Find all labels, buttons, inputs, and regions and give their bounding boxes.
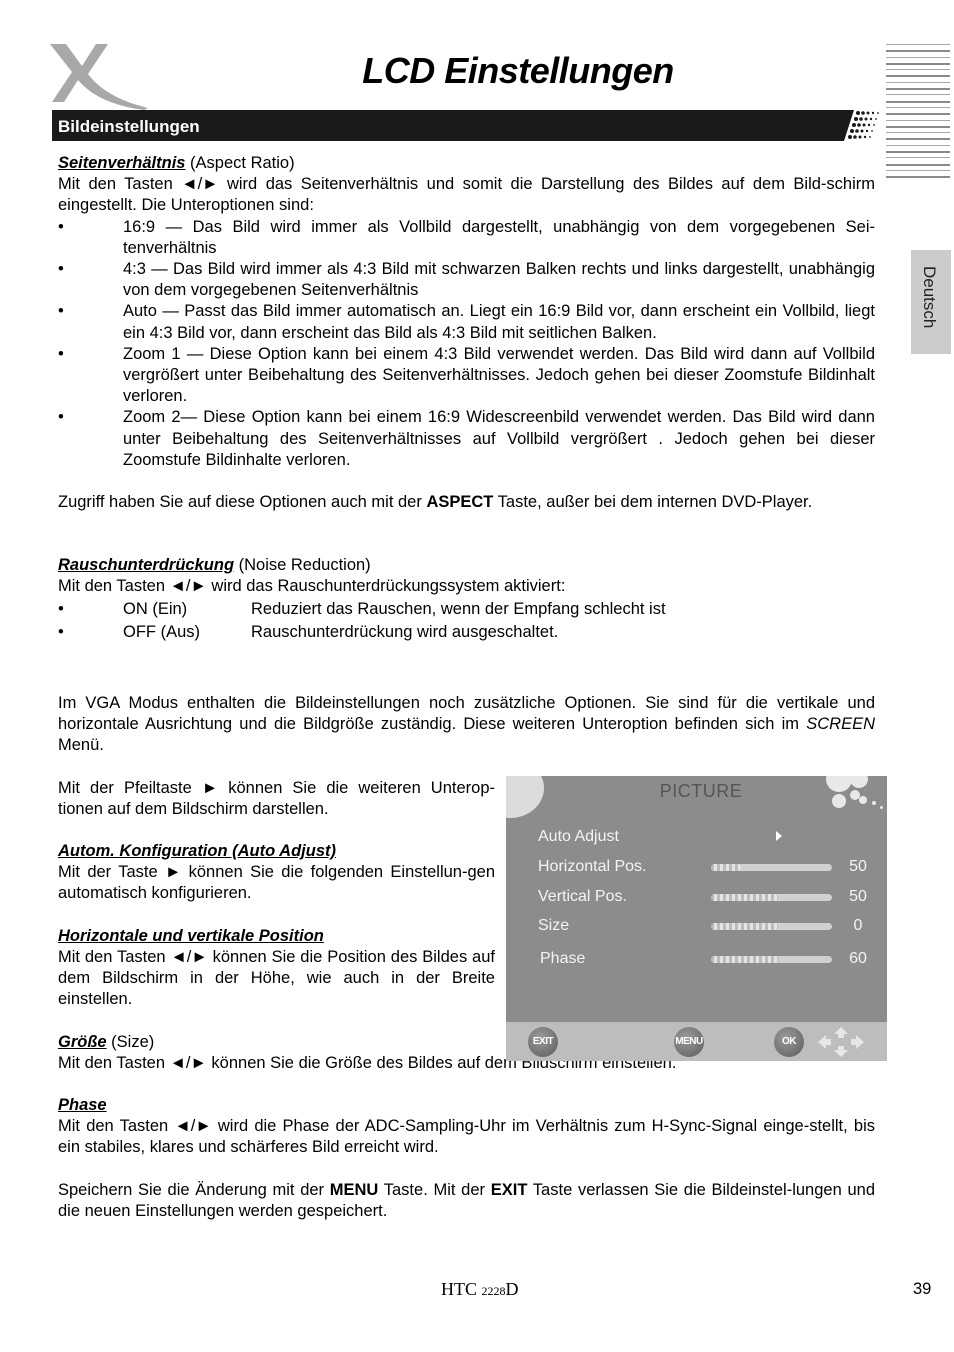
aspect-key: ASPECT: [426, 493, 494, 512]
aspect-heading: Seitenverhältnis: [58, 154, 186, 172]
auto-adjust-heading: Autom. Konfiguration (Auto Adjust): [58, 842, 336, 861]
noise-heading: Rauschunterdrückung: [58, 556, 235, 575]
slider-track[interactable]: [711, 923, 832, 930]
phase-text: Mit den Tasten ◄/► wird die Phase der AD…: [58, 1117, 875, 1157]
ok-button[interactable]: OK: [774, 1027, 804, 1057]
list-item: • Zoom 2— Diese Option kann bei einem 16:…: [58, 408, 875, 469]
language-label: Deutsch: [920, 266, 939, 329]
size-heading: Größe: [58, 1032, 107, 1051]
vga-arrow-note: Mit der Pfeiltaste ► können Sie die weit…: [58, 778, 495, 818]
noise-option-on: • ON (Ein) Reduziert das Rauschen, wenn de…: [58, 599, 666, 618]
list-item: • Zoom 1 — Diese Option kann bei einem 4:…: [58, 344, 875, 406]
language-tab: Deutsch: [911, 250, 951, 354]
phase-heading: Phase: [58, 1095, 107, 1114]
menu-button[interactable]: MENU: [674, 1027, 704, 1057]
exit-button[interactable]: EXIT: [528, 1027, 558, 1057]
slider-track[interactable]: [711, 894, 832, 901]
list-item: • 16:9 — Das Bild wird immer als Vollbild…: [58, 217, 875, 257]
osd-slider-horizontal-pos[interactable]: Horizontal Pos. 50: [538, 858, 878, 880]
main-content: Seitenverhältnis (Aspect Ratio) Mit den …: [58, 153, 875, 1222]
halftone-fade: [840, 110, 879, 141]
osd-slider-phase[interactable]: Phase 60: [538, 950, 878, 972]
section-header: Bildeinstellungen: [52, 110, 844, 141]
osd-auto-adjust[interactable]: Auto Adjust: [538, 828, 878, 850]
aspect-heading-line: Seitenverhältnis (Aspect Ratio): [58, 153, 875, 174]
noise-intro: Mit den Tasten ◄/► wird das Rauschunterd…: [58, 577, 566, 596]
position-text: Mit den Tasten ◄/► können Sie die Positi…: [58, 947, 495, 1009]
osd-slider-size[interactable]: Size 0: [538, 917, 878, 939]
footer-model: HTC 2228D: [441, 1279, 519, 1299]
save-note: Speichern Sie die Änderung mit der MENU …: [58, 1180, 875, 1220]
aspect-intro: Mit den Tasten ◄/► wird das Seitenverhäl…: [58, 175, 875, 215]
slider-track[interactable]: [711, 956, 832, 963]
auto-adjust-text: Mit der Taste ► können Sie die folgenden…: [58, 863, 495, 903]
noise-heading-line: Rauschunterdrückung (Noise Reduction): [58, 556, 371, 575]
slider-track[interactable]: [711, 864, 832, 871]
osd-button-bar: EXIT MENU OK: [506, 1022, 887, 1061]
page-number: 39: [913, 1280, 932, 1298]
aspect-heading-en: (Aspect Ratio): [185, 154, 295, 172]
decorative-stripes: [886, 44, 950, 179]
slider-fill: [711, 956, 778, 963]
slider-fill: [711, 894, 778, 901]
osd-slider-vertical-pos[interactable]: Vertical Pos. 50: [538, 888, 878, 910]
page-title: LCD Einstellungen: [362, 50, 674, 91]
aspect-note: Zugriff haben Sie auf diese Optionen auc…: [58, 493, 813, 512]
osd-picture-menu: PICTURE Auto Adjust Horizontal Pos. 50 V…: [506, 776, 887, 1061]
list-item: • 4:3 — Das Bild wird immer als 4:3 Bild …: [58, 260, 875, 300]
noise-option-off: • OFF (Aus) Rauschunterdrückung wird ausge…: [58, 622, 559, 641]
position-heading: Horizontale und vertikale Position: [58, 926, 324, 945]
dpad-arrows-icon: [818, 1027, 864, 1057]
aspect-options-list: • 16:9 — Das Bild wird immer als Vollbild…: [58, 217, 875, 471]
arrow-right-icon: [776, 831, 782, 841]
slider-fill: [711, 923, 778, 930]
slider-fill: [711, 864, 742, 871]
list-item: • Auto — Passt das Bild immer automatisch…: [58, 302, 875, 342]
vga-intro: Im VGA Modus enthalten die Bildeinstellu…: [58, 694, 875, 755]
